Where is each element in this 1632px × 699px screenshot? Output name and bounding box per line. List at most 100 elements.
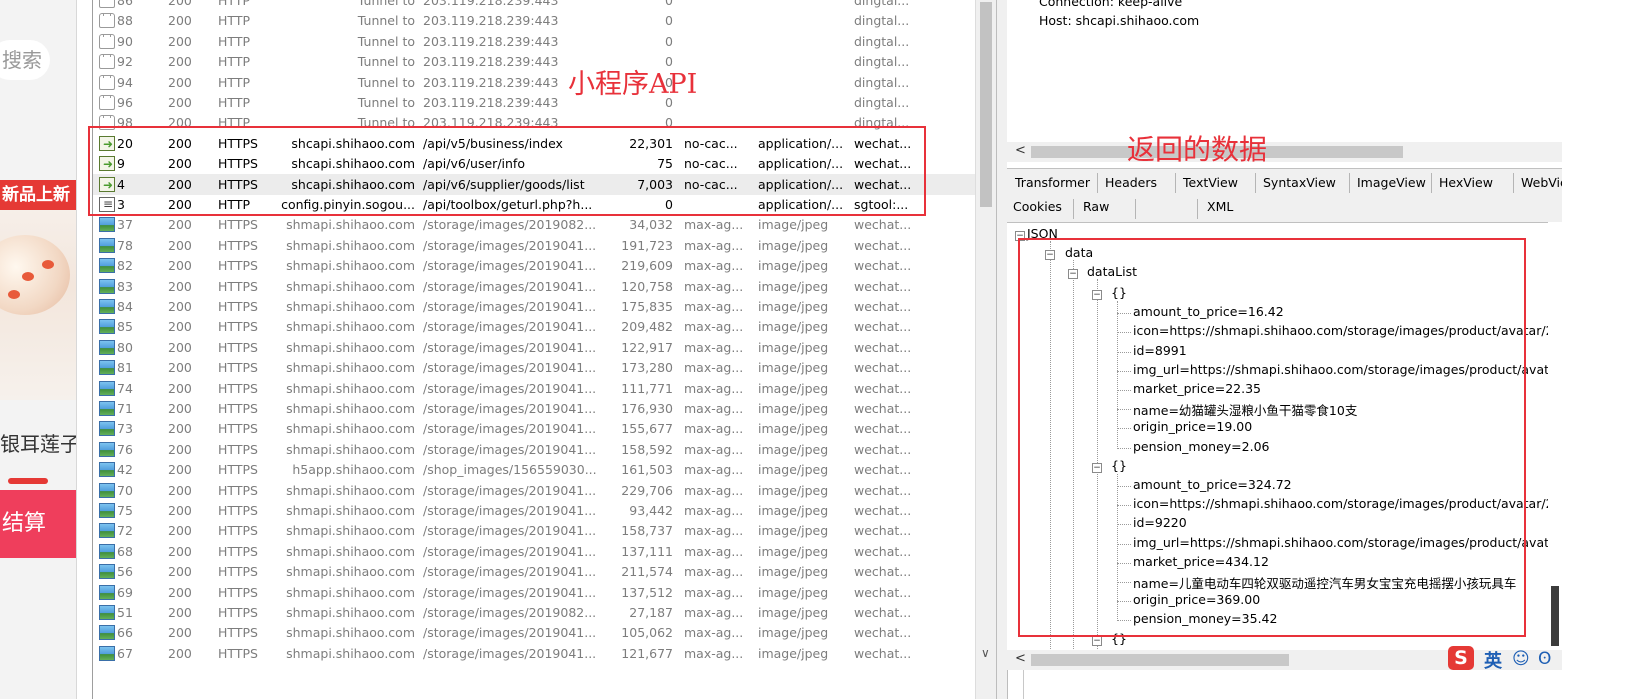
session-row[interactable]: 37 200 HTTPS shmapi.shihaoo.com/storage/ima… <box>93 214 1023 235</box>
session-cell-url: /storage/images/2019041... <box>423 421 597 437</box>
tab-hexview[interactable]: HexView <box>1433 171 1499 195</box>
tree-vscrollbar[interactable] <box>1548 222 1562 650</box>
tab-raw[interactable]: Raw <box>1077 195 1115 219</box>
session-row[interactable]: 86 200 HTTP Tunnel to 203.119.218.239:443 0 di… <box>93 0 1023 11</box>
session-row[interactable]: 78 200 HTTPS shmapi.shihaoo.com/storage/ima… <box>93 235 1023 256</box>
session-row[interactable]: 70 200 HTTPS shmapi.shihaoo.com/storage/ima… <box>93 480 1023 501</box>
response-inspector-tabs: Transformer Headers TextView SyntaxView Imag… <box>1007 168 1632 386</box>
session-cell-caching: max-ag... <box>684 319 744 335</box>
session-row[interactable]: 66 200 HTTPS shmapi.shihaoo.com/storage/ima… <box>93 622 1023 643</box>
session-cell-type: image/jpeg <box>758 645 829 661</box>
scrollbar-thumb[interactable] <box>980 2 992 207</box>
session-cell-caching: max-ag... <box>684 421 744 437</box>
session-row[interactable]: 85 200 HTTPS shmapi.shihaoo.com/storage/ima… <box>93 316 1023 337</box>
session-cell-protocol: HTTPS <box>218 584 258 600</box>
session-row[interactable]: 83 200 HTTPS shmapi.shihaoo.com/storage/ima… <box>93 276 1023 297</box>
tab-headers[interactable]: Headers <box>1099 171 1163 195</box>
session-cell-host: shmapi.shihaoo.com <box>286 543 415 559</box>
session-cell-protocol: HTTPS <box>218 441 258 457</box>
tab-textview[interactable]: TextView <box>1177 171 1244 195</box>
session-cell-host: shmapi.shihaoo.com <box>286 319 415 335</box>
session-cell-process: wechat... <box>854 543 912 559</box>
session-row[interactable]: 80 200 HTTPS shmapi.shihaoo.com/storage/ima… <box>93 337 1023 358</box>
session-cell-url: /storage/images/2019041... <box>423 625 597 641</box>
session-cell-url: /storage/images/2019041... <box>423 237 597 253</box>
session-row[interactable]: 88 200 HTTP Tunnel to 203.119.218.239:443 0 di… <box>93 10 1023 31</box>
sogou-logo-icon[interactable]: S <box>1448 646 1474 670</box>
session-cell-caching: max-ag... <box>684 584 744 600</box>
session-cell-result: 200 <box>168 13 192 29</box>
ime-toolbar[interactable]: S 英 ☺ ʘ <box>1448 644 1564 674</box>
session-row[interactable]: 84 200 HTTPS shmapi.shihaoo.com/storage/ima… <box>93 296 1023 317</box>
session-row[interactable]: 42 200 HTTPS h5app.shihaoo.com/shop_images/… <box>93 459 1023 480</box>
scroll-left-icon[interactable]: < <box>1015 143 1026 158</box>
session-row[interactable]: 72 200 HTTPS shmapi.shihaoo.com/storage/ima… <box>93 520 1023 541</box>
session-cell-caching: max-ag... <box>684 625 744 641</box>
voice-icon[interactable]: ʘ <box>1538 649 1551 669</box>
search-box[interactable]: 搜索 <box>0 40 50 80</box>
session-list-scrollbar[interactable]: ∨ <box>975 0 996 699</box>
tab-transformer[interactable]: Transformer <box>1009 171 1096 195</box>
session-cell-url: 203.119.218.239:443 <box>423 33 559 49</box>
scroll-left-icon[interactable]: < <box>1015 651 1026 666</box>
scrollbar-thumb[interactable] <box>1031 654 1289 666</box>
session-cell-result: 200 <box>168 564 192 580</box>
session-row[interactable]: 92 200 HTTP Tunnel to 203.119.218.239:443 0 di… <box>93 51 1023 72</box>
session-list[interactable]: 86 200 HTTP Tunnel to 203.119.218.239:443 0 di… <box>92 0 1024 699</box>
ime-language-toggle[interactable]: 英 <box>1484 647 1502 673</box>
session-row[interactable]: 69 200 HTTPS shmapi.shihaoo.com/storage/ima… <box>93 582 1023 603</box>
tab-xml[interactable]: XML <box>1201 195 1239 219</box>
session-row[interactable]: 76 200 HTTPS shmapi.shihaoo.com/storage/ima… <box>93 439 1023 460</box>
session-cell-body: 219,609 <box>621 258 673 274</box>
session-cell-num: 37 <box>117 217 133 233</box>
session-row[interactable]: 90 200 HTTP Tunnel to 203.119.218.239:443 0 di… <box>93 31 1023 52</box>
session-row[interactable]: 81 200 HTTPS shmapi.shihaoo.com/storage/ima… <box>93 357 1023 378</box>
session-cell-num: 75 <box>117 503 133 518</box>
session-cell-num: 83 <box>117 278 133 294</box>
session-cell-type: image/jpeg <box>758 523 829 539</box>
session-cell-result: 200 <box>168 462 192 478</box>
session-cell-body: 120,758 <box>621 278 673 294</box>
session-cell-num: 51 <box>117 605 133 620</box>
session-row[interactable]: 73 200 HTTPS shmapi.shihaoo.com/storage/ima… <box>93 418 1023 439</box>
session-cell-num: 92 <box>117 54 133 70</box>
session-cell-protocol: HTTPS <box>218 258 258 274</box>
session-row[interactable]: 51 200 HTTPS shmapi.shihaoo.com/storage/ima… <box>93 602 1023 623</box>
collapse-toggle-icon[interactable]: − <box>1092 635 1102 646</box>
session-cell-type: image/jpeg <box>758 543 829 559</box>
session-row[interactable]: 71 200 HTTPS shmapi.shihaoo.com/storage/ima… <box>93 398 1023 419</box>
session-cell-url: /storage/images/2019041... <box>423 258 597 274</box>
tab-imageview[interactable]: ImageView <box>1351 171 1432 195</box>
right-edge <box>1562 0 1632 699</box>
session-cell-url: /storage/images/2019041... <box>423 523 597 539</box>
session-row[interactable]: 96 200 HTTP Tunnel to 203.119.218.239:443 0 di… <box>93 92 1023 113</box>
scrollbar-thumb[interactable] <box>1551 586 1559 646</box>
session-row[interactable]: 56 200 HTTPS shmapi.shihaoo.com/storage/ima… <box>93 561 1023 582</box>
product-image[interactable] <box>0 210 76 400</box>
checkout-button[interactable]: 结算 <box>0 490 76 558</box>
tab-cookies[interactable]: Cookies <box>1007 195 1068 219</box>
session-cell-process: wechat... <box>854 258 912 274</box>
session-cell-process: dingtal... <box>854 54 910 70</box>
session-cell-num: 70 <box>117 482 133 498</box>
session-row[interactable]: 82 200 HTTPS shmapi.shihaoo.com/storage/ima… <box>93 255 1023 276</box>
session-cell-body: 191,723 <box>621 237 673 253</box>
tab-syntaxview[interactable]: SyntaxView <box>1257 171 1342 195</box>
session-row[interactable]: 67 200 HTTPS shmapi.shihaoo.com/storage/ima… <box>93 643 1023 664</box>
lock-icon <box>99 74 115 90</box>
session-cell-num: 94 <box>117 74 133 90</box>
lock-icon <box>99 95 115 110</box>
session-cell-result: 200 <box>168 217 192 233</box>
session-row[interactable]: 75 200 HTTPS shmapi.shihaoo.com/storage/ima… <box>93 500 1023 521</box>
request-hscrollbar[interactable]: < <box>1007 142 1562 162</box>
emoji-icon[interactable]: ☺ <box>1512 649 1530 669</box>
session-cell-body: 209,482 <box>621 319 673 335</box>
scroll-down-icon[interactable]: ∨ <box>981 646 990 660</box>
session-row[interactable]: 94 200 HTTP Tunnel to 203.119.218.239:443 0 di… <box>93 72 1023 93</box>
session-cell-url: /storage/images/2019041... <box>423 503 597 518</box>
session-row[interactable]: 74 200 HTTPS shmapi.shihaoo.com/storage/ima… <box>93 378 1023 399</box>
session-cell-process: dingtal... <box>854 0 910 8</box>
session-cell-result: 200 <box>168 360 192 376</box>
session-cell-process: dingtal... <box>854 13 910 29</box>
session-row[interactable]: 68 200 HTTPS shmapi.shihaoo.com/storage/ima… <box>93 541 1023 562</box>
